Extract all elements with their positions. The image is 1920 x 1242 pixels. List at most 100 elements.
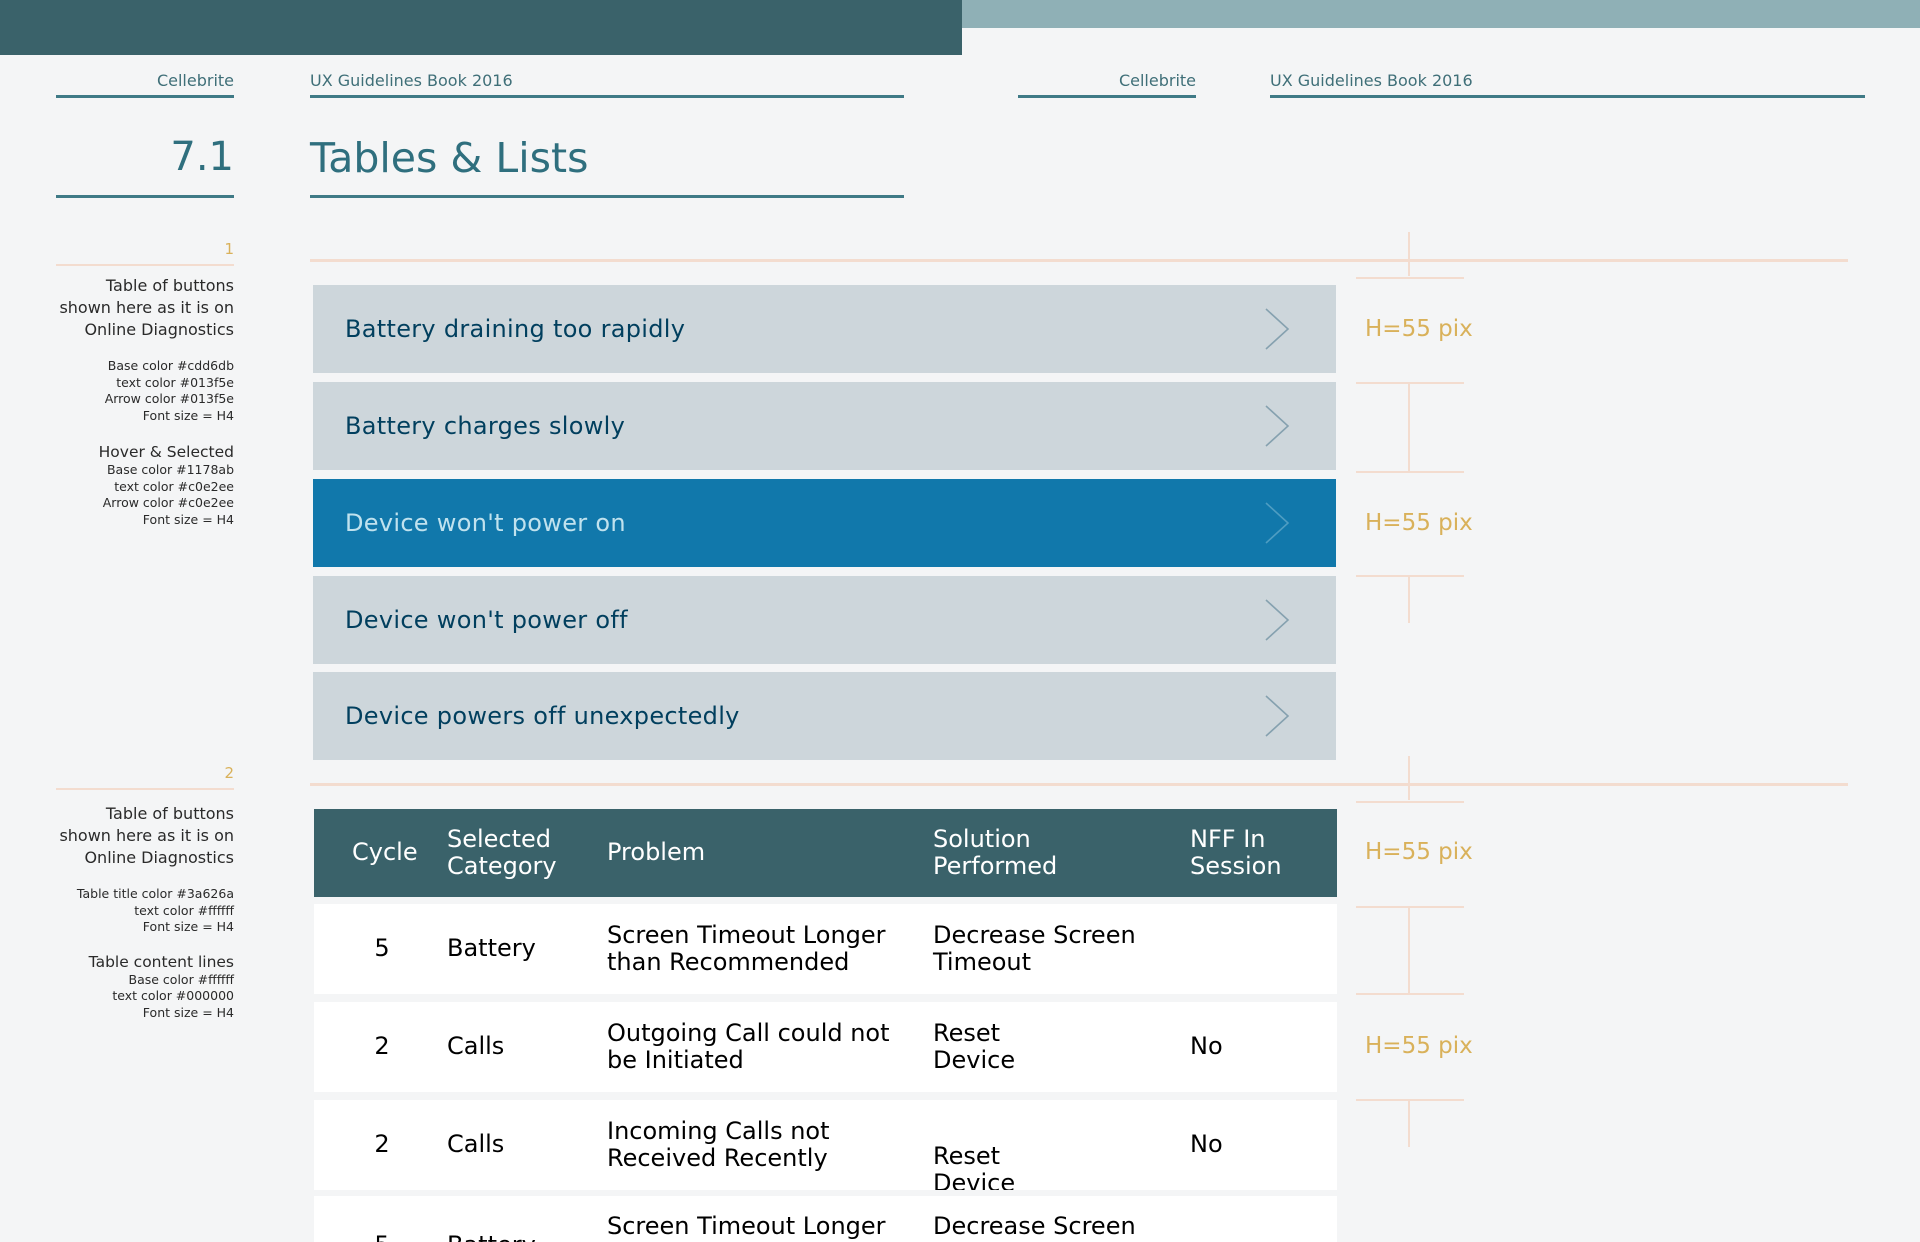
note-heading: Hover & Selected (98, 443, 234, 461)
table-row[interactable]: 5 Battery Screen Timeout Longer than Recomm… (314, 904, 1337, 994)
note-spec: text color #013f5e (116, 374, 234, 390)
note-text: Table of buttons (105, 804, 234, 823)
note-text: Online Diagnostics (84, 848, 234, 867)
cell-text: be Initiated (607, 1046, 744, 1074)
header-book-right: UX Guidelines Book 2016 (1270, 71, 1473, 90)
spec-tick (1356, 471, 1464, 473)
header-rule (1270, 95, 1865, 98)
note-spec: Arrow color #013f5e (104, 391, 234, 406)
cell-text: Screen Timeout Longer (607, 921, 886, 949)
table-cell: No (1190, 1131, 1330, 1158)
section-rule (56, 195, 234, 198)
page-title: Tables & Lists (310, 134, 589, 182)
table-row[interactable]: 5 Battery Screen Timeout Longer Decrease Sc… (314, 1196, 1337, 1242)
table-cell: Decrease Screen (933, 1213, 1163, 1240)
table-cell: Screen Timeout Longer than Recommended (607, 922, 907, 976)
header-brand-right: Cellebrite (1118, 71, 1196, 90)
chevron-right-icon (1246, 396, 1306, 456)
note-text: shown here as it is on (59, 298, 234, 317)
header-rule (1018, 95, 1196, 98)
section-number: 7.1 (170, 134, 234, 180)
table-header-cell: Solution Performed (933, 826, 1163, 880)
cell-text: Timeout (933, 948, 1032, 976)
list-button-label: Device won't power off (345, 606, 628, 634)
chevron-right-icon (1246, 299, 1306, 359)
note-spec: Font size = H4 (142, 919, 234, 934)
table-cell: 5 (352, 935, 412, 962)
table-cell: Screen Timeout Longer (607, 1213, 907, 1240)
cell-text: Outgoing Call could not (607, 1019, 890, 1047)
top-bar-light (962, 0, 1920, 28)
note-spec: Arrow color #c0e2ee (102, 495, 234, 510)
spec-guide-vertical (1408, 577, 1410, 623)
note-text: Table of buttons (105, 276, 234, 295)
note-block-2: Table of buttons shown here as it is on … (40, 803, 234, 1021)
cell-text: Reset (933, 1019, 1001, 1047)
list-button[interactable]: Device won't power off (313, 576, 1336, 664)
cell-text: 2 (374, 1130, 390, 1158)
cell-text: Session (1190, 852, 1282, 880)
spec-height-label: H=55 pix (1365, 839, 1473, 865)
note-rule (56, 264, 234, 266)
note-text: shown here as it is on (59, 826, 234, 845)
table-cell: 5 (352, 1232, 412, 1242)
cell-text: Incoming Calls not (607, 1117, 830, 1145)
cell-text: Received Recently (607, 1144, 828, 1172)
table-row[interactable]: 2 Calls Outgoing Call could not be Initiate… (314, 1002, 1337, 1092)
list-button[interactable]: Battery charges slowly (313, 382, 1336, 470)
note-spec: Base color #cdd6db (107, 358, 234, 373)
spec-height-label: H=55 pix (1365, 1033, 1473, 1059)
header-brand-left: Cellebrite (156, 71, 234, 90)
spec-tick (1356, 801, 1464, 803)
list-button[interactable]: Battery draining too rapidly (313, 285, 1336, 373)
cell-text: Device (933, 1169, 1016, 1191)
list-button[interactable]: Device powers off unexpectedly (313, 672, 1336, 760)
note-spec: text color #000000 (112, 988, 234, 1003)
note-rule (56, 788, 234, 790)
list-button-label: Device powers off unexpectedly (345, 702, 740, 730)
spec-guide-line (310, 259, 1848, 262)
header-rule (310, 95, 904, 98)
cell-text: Decrease Screen (933, 1212, 1136, 1240)
note-spec: Font size = H4 (142, 1004, 234, 1020)
cell-text: No (1190, 1032, 1223, 1060)
spec-arrow (1398, 258, 1420, 278)
spec-guide-vertical (1408, 756, 1410, 800)
spec-guide-line (310, 783, 1848, 786)
list-button-label: Battery charges slowly (345, 412, 626, 440)
note-spec: Table title color #3a626a (76, 886, 234, 901)
spec-guide-vertical (1408, 384, 1410, 472)
cell-text: Cycle (352, 838, 418, 866)
cell-text: Reset (933, 1142, 1001, 1170)
table-cell: Battery (447, 935, 587, 962)
note-spec: Font size = H4 (142, 407, 234, 423)
header-rule (56, 95, 234, 98)
note-spec: text color #c0e2ee (114, 478, 234, 494)
top-bar-dark (0, 0, 962, 55)
note-marker-2: 2 (224, 764, 234, 782)
table-header-cell: Problem (607, 839, 907, 866)
cell-text: Decrease Screen (933, 921, 1136, 949)
table-cell: Calls (447, 1033, 587, 1060)
cell-text: Calls (447, 1130, 505, 1158)
table-header-cell: Selected Category (447, 826, 587, 880)
note-spec: text color #ffffff (134, 902, 234, 918)
header-book-left: UX Guidelines Book 2016 (310, 71, 513, 90)
list-button-label: Device won't power on (345, 509, 626, 537)
table-cell: 2 (352, 1033, 412, 1060)
cell-text: Solution (933, 825, 1031, 853)
cell-text: 5 (374, 934, 390, 962)
cell-text: Category (447, 852, 557, 880)
cell-text: Performed (933, 852, 1058, 880)
spec-guide-vertical (1408, 908, 1410, 994)
spec-tick (1356, 906, 1464, 908)
list-button[interactable]: Device won't power on (313, 479, 1336, 567)
table-cell: Reset Device (933, 1142, 1163, 1191)
note-spec: Font size = H4 (142, 511, 234, 527)
cell-text: Calls (447, 1032, 505, 1060)
table-cell: Decrease Screen Timeout (933, 922, 1163, 976)
table-row[interactable]: 2 Calls Incoming Calls not Received Recentl… (314, 1100, 1337, 1190)
chevron-right-icon (1246, 493, 1306, 553)
table-cell: Battery (447, 1232, 587, 1242)
spec-tick (1356, 575, 1464, 577)
